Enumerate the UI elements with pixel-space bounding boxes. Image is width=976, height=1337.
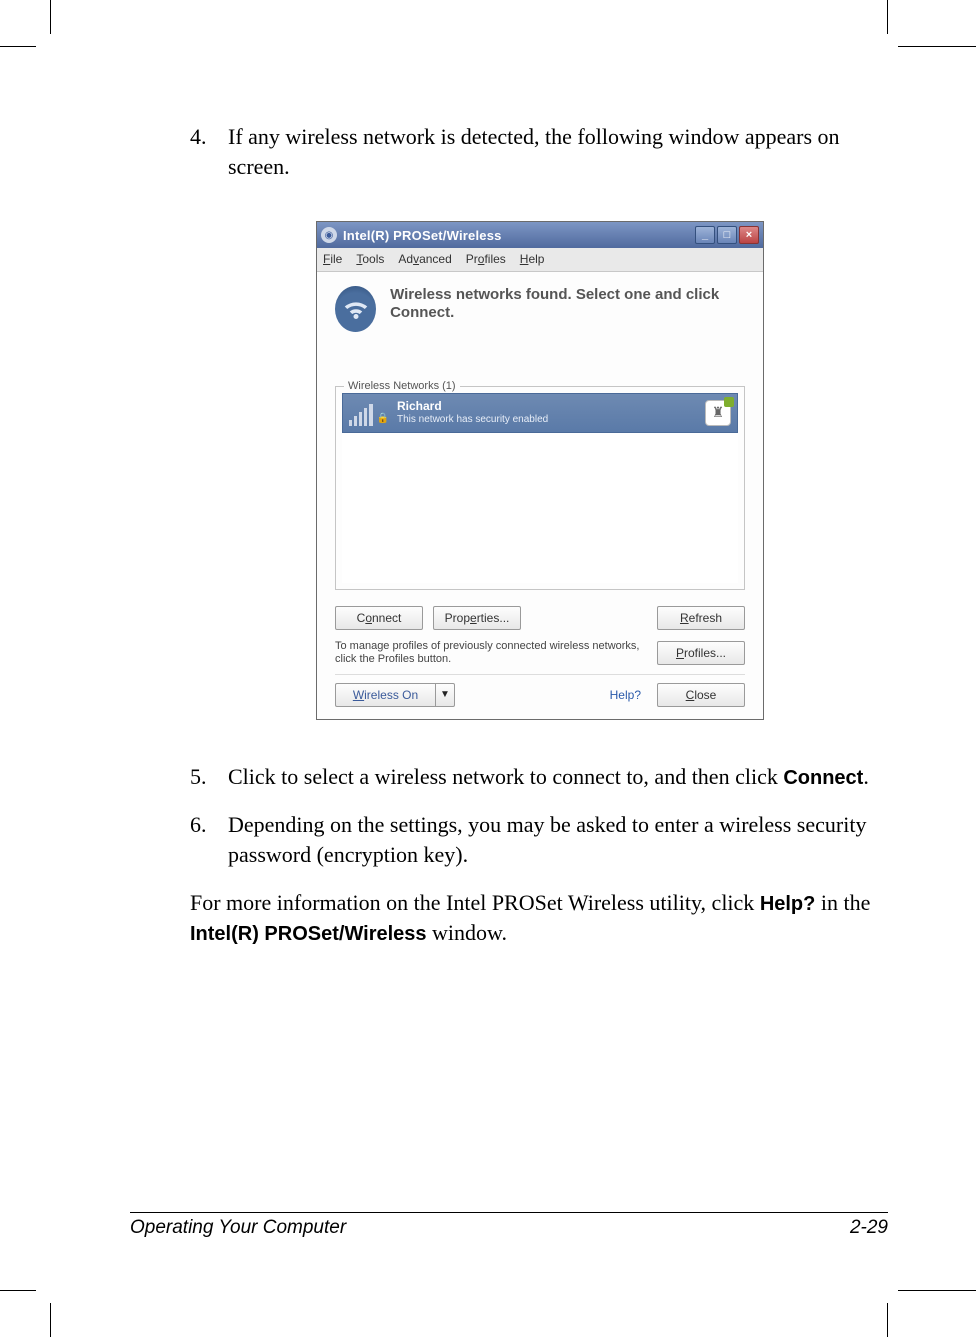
text: in the <box>815 890 870 915</box>
group-legend: Wireless Networks (1) <box>344 379 460 394</box>
crop-mark <box>898 46 976 47</box>
figure: ◉ Intel(R) PROSet/Wireless _ □ × File To… <box>190 221 890 720</box>
signal-icon: 🔒 <box>349 400 389 426</box>
menu-advanced[interactable]: Advanced <box>398 251 451 267</box>
footer-right: 2-29 <box>850 1217 888 1239</box>
window-body: Wireless networks found. Select one and … <box>317 272 763 720</box>
menubar: File Tools Advanced Profiles Help <box>317 248 763 271</box>
network-info: Richard This network has security enable… <box>397 399 705 425</box>
step-number: 4. <box>190 122 228 181</box>
network-name: Richard <box>397 399 705 413</box>
lock-icon: 🔒 <box>377 412 389 426</box>
crop-mark <box>887 0 888 34</box>
network-item[interactable]: 🔒 Richard This network has security enab… <box>342 393 738 433</box>
crop-mark <box>898 1290 976 1291</box>
step-number: 6. <box>190 810 228 869</box>
network-desc: This network has security enabled <box>397 414 705 426</box>
crop-mark <box>50 1303 51 1337</box>
help-bold: Help? <box>760 893 816 915</box>
dropdown-icon[interactable]: ▼ <box>435 683 455 707</box>
menu-file[interactable]: File <box>323 251 342 267</box>
closing-paragraph: For more information on the Intel PROSet… <box>190 888 890 948</box>
window-title: Intel(R) PROSet/Wireless <box>343 227 695 245</box>
wireless-on-button[interactable]: Wireless On <box>335 683 435 707</box>
text: . <box>863 764 869 789</box>
networks-group: Wireless Networks (1) 🔒 Richard This net… <box>335 386 745 590</box>
wifi-icon <box>335 286 376 332</box>
crop-mark <box>0 46 36 47</box>
footer-left: Operating Your Computer <box>130 1217 346 1239</box>
body-text: 4. If any wireless network is detected, … <box>190 122 890 948</box>
connect-bold: Connect <box>783 767 863 789</box>
window-name-bold: Intel(R) PROSet/Wireless <box>190 923 427 945</box>
menu-profiles[interactable]: Profiles <box>466 251 506 267</box>
crop-mark <box>0 1290 36 1291</box>
button-row: Connect Properties... Refresh <box>335 600 745 638</box>
step-text: Depending on the settings, you may be as… <box>228 810 890 869</box>
profiles-button[interactable]: Profiles... <box>657 641 745 665</box>
crop-mark <box>887 1303 888 1337</box>
help-link[interactable]: Help? <box>610 687 641 703</box>
close-window-button[interactable]: × <box>739 226 759 244</box>
connect-button[interactable]: Connect <box>335 606 423 630</box>
titlebar: ◉ Intel(R) PROSet/Wireless _ □ × <box>317 222 763 248</box>
maximize-button[interactable]: □ <box>717 226 737 244</box>
proset-window: ◉ Intel(R) PROSet/Wireless _ □ × File To… <box>316 221 764 720</box>
step-text: Click to select a wireless network to co… <box>228 762 890 792</box>
close-button[interactable]: Close <box>657 683 745 707</box>
text: For more information on the Intel PROSet… <box>190 890 760 915</box>
network-list-empty <box>342 433 738 583</box>
menu-help[interactable]: Help <box>520 251 545 267</box>
step-5: 5. Click to select a wireless network to… <box>190 762 890 792</box>
step-4: 4. If any wireless network is detected, … <box>190 122 890 181</box>
menu-tools[interactable]: Tools <box>356 251 384 267</box>
network-badge-icon: ♜ <box>705 400 731 426</box>
header-row: Wireless networks found. Select one and … <box>335 286 745 332</box>
app-icon: ◉ <box>321 227 337 243</box>
wireless-toggle[interactable]: Wireless On ▼ <box>335 683 455 707</box>
step-text: If any wireless network is detected, the… <box>228 122 890 181</box>
crop-mark <box>50 0 51 34</box>
page-footer: Operating Your Computer 2-29 <box>130 1212 888 1239</box>
document-page: 4. If any wireless network is detected, … <box>0 0 976 1337</box>
properties-button[interactable]: Properties... <box>433 606 521 630</box>
profiles-hint: To manage profiles of previously connect… <box>335 640 647 666</box>
refresh-button[interactable]: Refresh <box>657 606 745 630</box>
step-number: 5. <box>190 762 228 792</box>
header-text: Wireless networks found. Select one and … <box>390 286 745 324</box>
text: Click to select a wireless network to co… <box>228 764 783 789</box>
step-6: 6. Depending on the settings, you may be… <box>190 810 890 869</box>
text: window. <box>427 920 507 945</box>
minimize-button[interactable]: _ <box>695 226 715 244</box>
status-bar: Wireless On ▼ Help? Close <box>335 674 745 707</box>
profiles-hint-row: To manage profiles of previously connect… <box>335 640 745 666</box>
window-controls: _ □ × <box>695 226 759 244</box>
